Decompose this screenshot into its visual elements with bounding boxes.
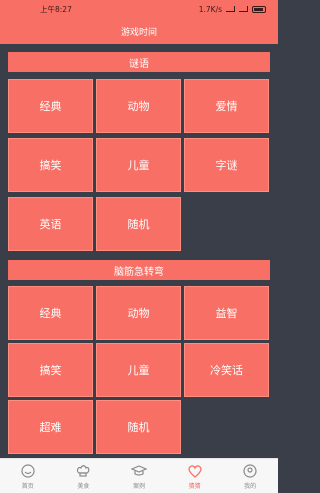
tab-label: 案例 — [132, 482, 145, 490]
tab-mine[interactable]: 我的 — [225, 463, 275, 490]
tab-label: 猜猜 — [188, 482, 201, 490]
tab-label: 首页 — [21, 482, 34, 490]
section-header-riddles: 谜语 — [8, 52, 270, 72]
teaser-category-button[interactable]: 超难 — [8, 400, 93, 454]
cap-icon — [130, 464, 147, 476]
riddle-category-button[interactable]: 儿童 — [96, 138, 181, 192]
status-indicators: 1.7K/s — [199, 5, 266, 14]
battery-icon — [252, 5, 266, 13]
teaser-category-button[interactable]: 儿童 — [96, 343, 181, 397]
heart-icon — [188, 464, 202, 478]
teaser-category-button[interactable]: 动物 — [96, 286, 181, 340]
riddle-category-button[interactable]: 搞笑 — [8, 138, 93, 192]
tab-label: 我的 — [244, 482, 257, 490]
page-title: 游戏时间 — [0, 18, 278, 44]
riddle-category-button[interactable]: 字谜 — [184, 138, 269, 192]
riddle-category-button[interactable]: 英语 — [8, 197, 93, 251]
tab-food[interactable]: 美食 — [58, 463, 108, 490]
riddle-category-button[interactable]: 爱情 — [184, 79, 269, 133]
tab-cases[interactable]: 案例 — [114, 463, 164, 490]
network-speed: 1.7K/s — [198, 4, 222, 14]
signal-icon — [226, 6, 235, 12]
tab-home[interactable]: 首页 — [3, 463, 53, 490]
main-content: 谜语 经典 动物 爱情 搞笑 儿童 字谜 英语 随机 脑筋急转弯 经典 动物 益… — [0, 44, 278, 458]
riddle-category-button[interactable]: 随机 — [96, 197, 181, 251]
riddle-category-button[interactable]: 动物 — [96, 79, 181, 133]
user-icon — [243, 463, 257, 478]
teaser-category-button[interactable]: 搞笑 — [8, 343, 93, 397]
tab-guess[interactable]: 猜猜 — [170, 463, 220, 490]
teaser-category-button[interactable]: 经典 — [8, 286, 93, 340]
chef-icon — [77, 464, 90, 477]
status-time: 上午8:27 — [40, 4, 72, 14]
teaser-category-button[interactable]: 益智 — [184, 286, 269, 340]
section-header-brain-teasers: 脑筋急转弯 — [8, 260, 270, 280]
tab-label: 美食 — [77, 482, 90, 490]
teaser-category-button[interactable]: 随机 — [96, 400, 181, 454]
riddle-category-button[interactable]: 经典 — [8, 79, 93, 133]
home-icon — [21, 463, 35, 478]
bottom-tab-bar: 首页 美食 案例 猜猜 我的 — [0, 458, 278, 493]
teaser-category-button[interactable]: 冷笑话 — [184, 343, 269, 397]
wifi-icon — [239, 6, 248, 12]
status-bar: 上午8:27 1.7K/s — [0, 0, 278, 18]
